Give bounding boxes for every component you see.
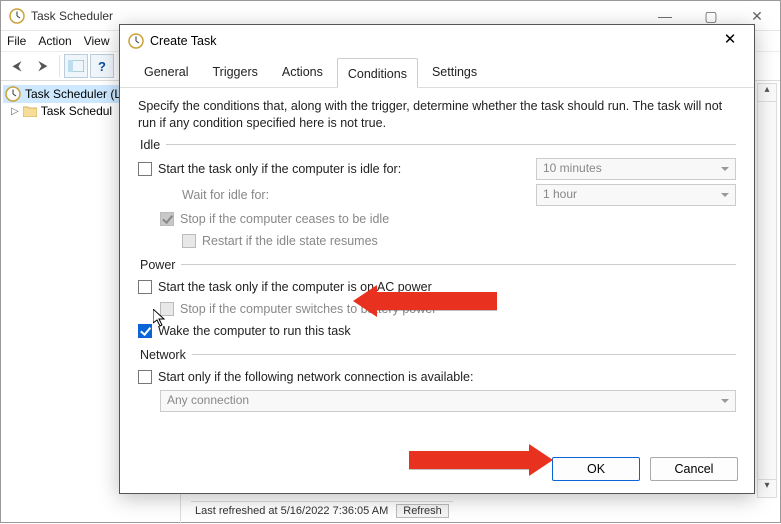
- menu-action[interactable]: Action: [38, 34, 71, 48]
- status-text: Last refreshed at 5/16/2022 7:36:05 AM: [195, 505, 388, 517]
- idle-start-checkbox[interactable]: [138, 162, 152, 176]
- dialog-close-button[interactable]: ✕: [714, 27, 746, 55]
- main-title: Task Scheduler: [31, 9, 113, 23]
- network-start-checkbox[interactable]: [138, 370, 152, 384]
- dialog-footer: OK Cancel: [120, 445, 754, 493]
- idle-duration-select[interactable]: 10 minutes: [536, 158, 736, 180]
- folder-icon: [23, 105, 37, 117]
- idle-restart-checkbox: [182, 234, 196, 248]
- idle-section: Idle Start the task only if the computer…: [138, 138, 736, 254]
- idle-legend: Idle: [138, 138, 166, 152]
- tab-actions[interactable]: Actions: [272, 57, 333, 87]
- toolbar-panel-button[interactable]: [64, 54, 88, 78]
- dialog-title: Create Task: [150, 34, 216, 48]
- idle-stop-label: Stop if the computer ceases to be idle: [180, 212, 389, 226]
- cancel-button[interactable]: Cancel: [650, 457, 738, 481]
- power-battery-checkbox: [160, 302, 174, 316]
- create-task-dialog: Create Task ✕ General Triggers Actions C…: [119, 24, 755, 494]
- expand-icon[interactable]: ▷: [11, 106, 19, 117]
- forward-button[interactable]: ⮞: [31, 54, 55, 78]
- sidebar-root-label: Task Scheduler (L: [25, 87, 121, 101]
- power-wake-label: Wake the computer to run this task: [158, 324, 351, 338]
- power-battery-label: Stop if the computer switches to battery…: [180, 302, 436, 316]
- dialog-titlebar: Create Task ✕: [120, 25, 754, 57]
- dialog-body: Specify the conditions that, along with …: [120, 88, 754, 445]
- network-start-label: Start only if the following network conn…: [158, 370, 473, 384]
- power-ac-label: Start the task only if the computer is o…: [158, 280, 432, 294]
- power-legend: Power: [138, 258, 181, 272]
- sidebar-child-label: Task Schedul: [41, 104, 112, 118]
- dialog-icon: [128, 33, 144, 49]
- dialog-tabs: General Triggers Actions Conditions Sett…: [120, 57, 754, 88]
- network-legend: Network: [138, 348, 192, 362]
- idle-wait-label: Wait for idle for:: [182, 188, 269, 202]
- idle-wait-select[interactable]: 1 hour: [536, 184, 736, 206]
- power-section: Power Start the task only if the compute…: [138, 258, 736, 344]
- panel-icon: [68, 60, 84, 72]
- tab-settings[interactable]: Settings: [422, 57, 487, 87]
- network-section: Network Start only if the following netw…: [138, 348, 736, 416]
- conditions-description: Specify the conditions that, along with …: [138, 98, 736, 132]
- scheduler-icon: [5, 86, 21, 102]
- right-scroll-panel: ▴ ▾: [757, 83, 777, 498]
- scroll-down[interactable]: ▾: [758, 479, 776, 497]
- status-bar: Last refreshed at 5/16/2022 7:36:05 AM R…: [191, 501, 453, 519]
- back-button[interactable]: ⮜: [5, 54, 29, 78]
- scroll-up[interactable]: ▴: [758, 84, 776, 102]
- tab-triggers[interactable]: Triggers: [202, 57, 267, 87]
- power-wake-checkbox[interactable]: [138, 324, 152, 338]
- app-icon: [9, 8, 25, 24]
- idle-restart-label: Restart if the idle state resumes: [202, 234, 378, 248]
- ok-button[interactable]: OK: [552, 457, 640, 481]
- menu-view[interactable]: View: [84, 34, 110, 48]
- help-button[interactable]: ?: [90, 54, 114, 78]
- tab-conditions[interactable]: Conditions: [337, 58, 418, 88]
- tab-general[interactable]: General: [134, 57, 198, 87]
- idle-stop-checkbox: [160, 212, 174, 226]
- menu-file[interactable]: File: [7, 34, 26, 48]
- refresh-button[interactable]: Refresh: [396, 504, 449, 518]
- network-connection-select[interactable]: Any connection: [160, 390, 736, 412]
- idle-start-label: Start the task only if the computer is i…: [158, 162, 401, 176]
- power-ac-checkbox[interactable]: [138, 280, 152, 294]
